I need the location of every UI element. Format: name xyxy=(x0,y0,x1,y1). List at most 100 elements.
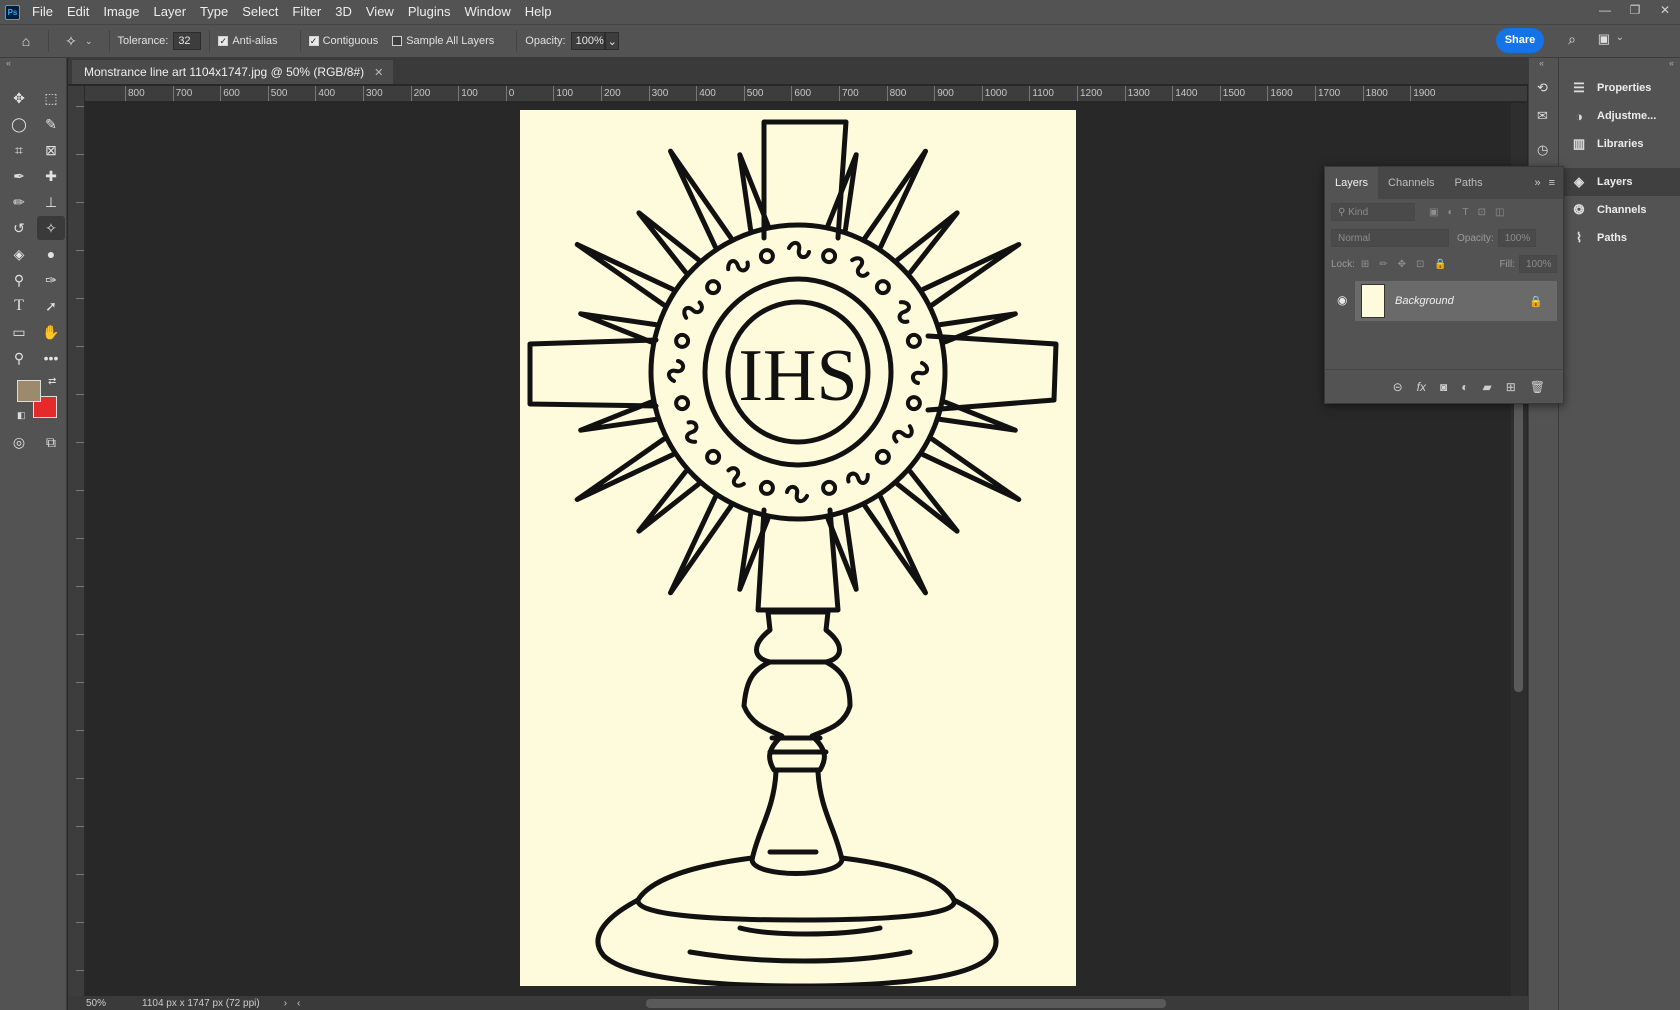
close-icon[interactable]: ✕ xyxy=(1650,0,1680,24)
zoom-level[interactable]: 50% xyxy=(86,998,106,1009)
horizontal-scrollbar-thumb[interactable] xyxy=(646,999,1166,1008)
swap-colors-icon[interactable]: ⇄ xyxy=(48,376,56,387)
lasso-tool-icon[interactable]: ◯ xyxy=(5,112,33,136)
home-icon[interactable]: ⌂ xyxy=(12,29,40,53)
blur-tool-icon[interactable]: ● xyxy=(37,242,65,266)
minimize-icon[interactable]: — xyxy=(1590,0,1620,24)
anti-alias-checkbox[interactable]: ✓ Anti-alias xyxy=(218,35,278,47)
dodge-tool-icon[interactable]: ⚲ xyxy=(5,268,33,292)
magic-eraser-preset-icon[interactable]: ✧ xyxy=(57,29,85,53)
kind-filter[interactable]: ⚲ Kind xyxy=(1331,203,1415,221)
layer-opacity-input[interactable]: 100% xyxy=(1497,229,1536,247)
chevron-right-icon[interactable]: › xyxy=(284,998,287,1009)
menu-edit[interactable]: Edit xyxy=(60,0,96,24)
menu-plugins[interactable]: Plugins xyxy=(401,0,458,24)
opacity-input[interactable]: 100% xyxy=(570,32,605,50)
menu-layer[interactable]: Layer xyxy=(147,0,194,24)
dock-item-paths[interactable]: ⌇ Paths xyxy=(1559,224,1680,252)
new-group-icon[interactable]: ▰ xyxy=(1482,380,1491,394)
magic-eraser-tool-icon[interactable]: ✧ xyxy=(37,216,65,240)
menu-window[interactable]: Window xyxy=(457,0,517,24)
dock-item-adjustments[interactable]: ◑ Adjustme... xyxy=(1559,102,1680,130)
document-image[interactable]: IHS xyxy=(520,110,1076,989)
vertical-scrollbar-thumb[interactable] xyxy=(1514,400,1523,692)
marquee-tool-icon[interactable]: ⬚ xyxy=(37,86,65,110)
tab-layers[interactable]: Layers xyxy=(1325,167,1379,199)
ruler-tick-line xyxy=(1315,86,1316,101)
close-tab-icon[interactable]: ✕ xyxy=(374,66,383,79)
opacity-dropdown-icon[interactable]: ⌄ xyxy=(604,32,619,50)
dock-item-channels[interactable]: ❂ Channels xyxy=(1559,196,1680,224)
lock-options-icons[interactable]: ⊞✏✥⊡🔒 xyxy=(1361,259,1457,270)
eyedropper-tool-icon[interactable]: ✒ xyxy=(5,164,33,188)
collapse-icon[interactable]: « xyxy=(6,58,11,68)
filter-type-icons[interactable]: ▣◐T⊡◫ xyxy=(1429,207,1513,218)
delete-layer-icon[interactable]: 🗑 xyxy=(1530,380,1545,394)
lock-icon[interactable]: 🔒 xyxy=(1529,295,1543,308)
document-tab[interactable]: Monstrance line art 1104x1747.jpg @ 50% … xyxy=(72,60,394,84)
type-tool-icon[interactable]: T xyxy=(5,294,33,318)
dock-item-properties[interactable]: ☰ Properties xyxy=(1559,74,1680,102)
path-selection-tool-icon[interactable]: ➚ xyxy=(37,294,65,318)
clone-stamp-tool-icon[interactable]: ⊥ xyxy=(37,190,65,214)
default-colors-icon[interactable]: ◧ xyxy=(17,410,26,421)
menu-help[interactable]: Help xyxy=(518,0,559,24)
panel-collapse-icon[interactable]: » xyxy=(1534,177,1548,199)
add-mask-icon[interactable]: ◙ xyxy=(1440,380,1447,394)
layer-row-background[interactable]: Background 🔒 xyxy=(1355,281,1557,321)
history-panel-icon[interactable]: ⟲ xyxy=(1537,80,1548,96)
tab-paths[interactable]: Paths xyxy=(1445,177,1493,199)
pen-tool-icon[interactable]: ✑ xyxy=(37,268,65,292)
ruler-tick-line xyxy=(743,86,745,101)
sample-all-layers-checkbox[interactable]: Sample All Layers xyxy=(392,35,494,47)
visibility-eye-icon[interactable]: ◉ xyxy=(1337,293,1347,307)
collapse-icon[interactable]: « xyxy=(1539,58,1544,68)
document-size-info[interactable]: 1104 px x 1747 px (72 ppi) xyxy=(142,998,260,1009)
expand-icon[interactable]: « xyxy=(1669,58,1674,68)
link-layers-icon[interactable]: ⊝ xyxy=(1393,380,1403,394)
blend-mode-select[interactable]: Normal xyxy=(1331,229,1449,247)
scroll xyxy=(685,420,699,444)
menu-select[interactable]: Select xyxy=(235,0,285,24)
quick-selection-tool-icon[interactable]: ✎ xyxy=(37,112,65,136)
chevron-down-icon[interactable]: ⌄ xyxy=(1616,32,1624,43)
rectangle-tool-icon[interactable]: ▭ xyxy=(5,320,33,344)
new-layer-icon[interactable]: ⊞ xyxy=(1506,380,1516,394)
crop-tool-icon[interactable]: ⌗ xyxy=(5,138,33,162)
dock-item-libraries[interactable]: ▥ Libraries xyxy=(1559,130,1680,158)
share-button[interactable]: Share xyxy=(1496,28,1544,53)
menu-file[interactable]: File xyxy=(25,0,60,24)
screen-mode-icon[interactable]: ⧉ xyxy=(37,430,65,454)
restore-icon[interactable]: ❐ xyxy=(1620,0,1650,24)
workspace-icon[interactable]: ▣ xyxy=(1598,31,1610,47)
tab-channels[interactable]: Channels xyxy=(1378,177,1444,199)
search-icon[interactable]: ⌕ xyxy=(1568,31,1576,48)
menu-view[interactable]: View xyxy=(359,0,401,24)
frame-tool-icon[interactable]: ⊠ xyxy=(37,138,65,162)
brush-tool-icon[interactable]: ✏ xyxy=(5,190,33,214)
panel-menu-icon[interactable]: ≡ xyxy=(1549,177,1563,199)
menu-image[interactable]: Image xyxy=(96,0,146,24)
paint-bucket-tool-icon[interactable]: ◈ xyxy=(5,242,33,266)
fill-input[interactable]: 100% xyxy=(1519,255,1557,273)
quick-mask-icon[interactable]: ◎ xyxy=(5,430,33,454)
fx-icon[interactable]: fx xyxy=(1417,380,1426,394)
menu-3d[interactable]: 3D xyxy=(328,0,359,24)
comments-panel-icon[interactable]: ✉ xyxy=(1537,108,1548,124)
foreground-color-swatch[interactable] xyxy=(17,380,41,402)
move-tool-icon[interactable]: ✥ xyxy=(5,86,33,110)
contiguous-checkbox[interactable]: ✓ Contiguous xyxy=(308,35,378,47)
scroll-left-icon[interactable]: ‹ xyxy=(297,998,300,1009)
menu-filter[interactable]: Filter xyxy=(285,0,328,24)
healing-brush-tool-icon[interactable]: ✚ xyxy=(37,164,65,188)
more-tools-icon[interactable]: ••• xyxy=(37,346,65,370)
clock-icon[interactable]: ◷ xyxy=(1537,142,1548,158)
tolerance-input[interactable]: 32 xyxy=(173,32,202,50)
dock-item-layers[interactable]: ◈ Layers xyxy=(1559,168,1680,196)
adjustment-layer-icon[interactable]: ◐ xyxy=(1461,380,1468,394)
hand-tool-icon[interactable]: ✋ xyxy=(37,320,65,344)
chevron-down-icon[interactable]: ⌄ xyxy=(85,36,93,47)
zoom-tool-icon[interactable]: ⚲ xyxy=(5,346,33,370)
menu-type[interactable]: Type xyxy=(193,0,235,24)
history-brush-tool-icon[interactable]: ↺ xyxy=(5,216,33,240)
